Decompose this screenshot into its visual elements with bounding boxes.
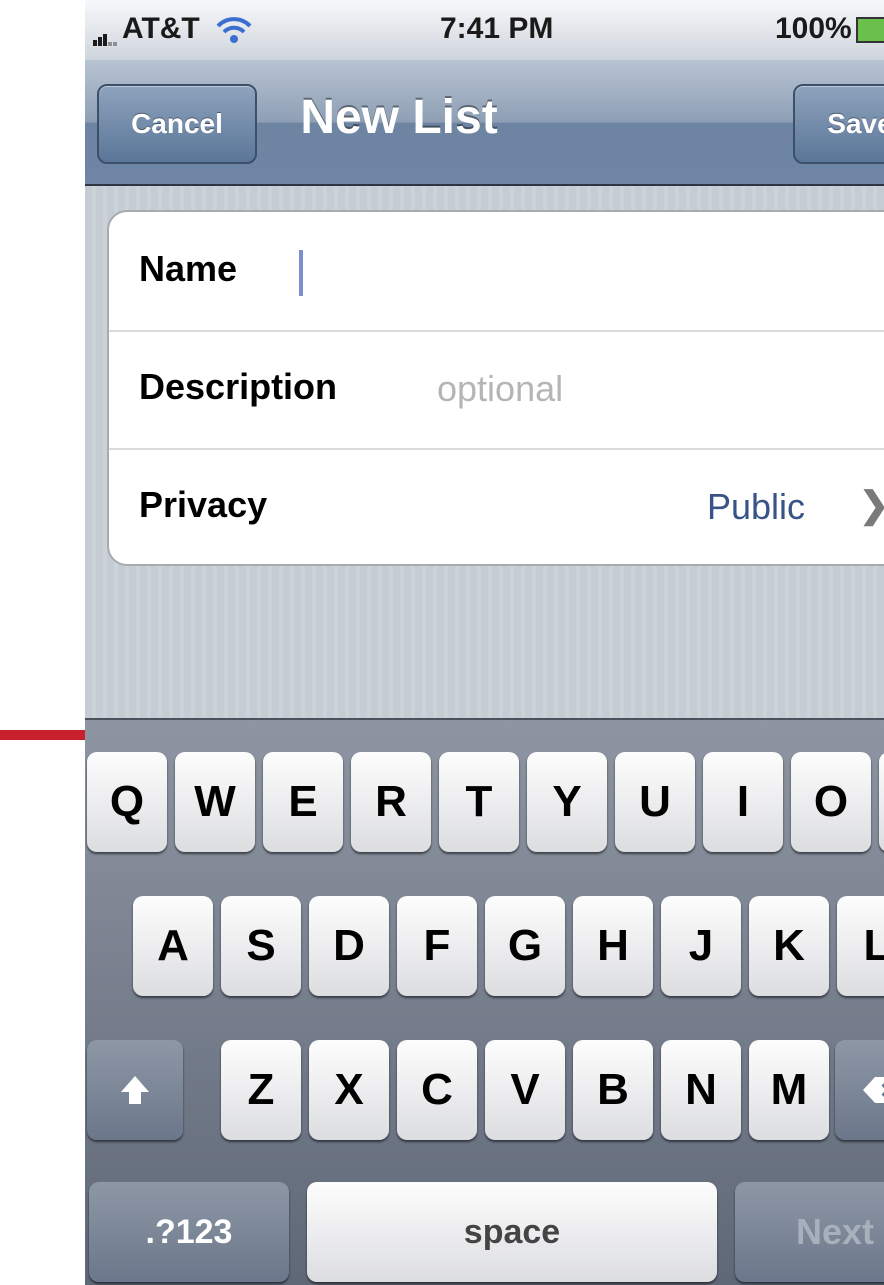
key-a[interactable]: A xyxy=(133,896,213,996)
privacy-row[interactable]: Privacy Public ❯ xyxy=(109,448,884,564)
key-f[interactable]: F xyxy=(397,896,477,996)
description-row[interactable]: Description optional xyxy=(109,330,884,450)
key-m[interactable]: M xyxy=(749,1040,829,1140)
key-g[interactable]: G xyxy=(485,896,565,996)
key-t[interactable]: T xyxy=(439,752,519,852)
wifi-icon xyxy=(216,17,252,44)
key-e[interactable]: E xyxy=(263,752,343,852)
carrier-name: AT&T xyxy=(122,12,200,45)
signal-icon xyxy=(93,12,118,46)
key-c[interactable]: C xyxy=(397,1040,477,1140)
privacy-label: Privacy xyxy=(139,484,268,525)
key-o[interactable]: O xyxy=(791,752,871,852)
key-i[interactable]: I xyxy=(703,752,783,852)
phone-screen: AT&T 7:41 PM 100% Cancel New List Save N… xyxy=(85,0,884,1285)
key-s[interactable]: S xyxy=(221,896,301,996)
backspace-key[interactable] xyxy=(835,1040,884,1140)
shift-arrow-icon xyxy=(121,1076,149,1104)
key-u[interactable]: U xyxy=(615,752,695,852)
key-w[interactable]: W xyxy=(175,752,255,852)
carrier-indicator: AT&T xyxy=(93,12,252,46)
key-r[interactable]: R xyxy=(351,752,431,852)
key-x[interactable]: X xyxy=(309,1040,389,1140)
chevron-right-icon: ❯ xyxy=(859,484,884,526)
form-area: Name Description optional Privacy Public… xyxy=(85,186,884,718)
key-h[interactable]: H xyxy=(573,896,653,996)
privacy-value: Public xyxy=(707,486,806,527)
name-label: Name xyxy=(139,248,238,289)
key-p[interactable]: P xyxy=(879,752,884,852)
battery-indicator: 100% xyxy=(775,12,884,46)
key-b[interactable]: B xyxy=(573,1040,653,1140)
name-row[interactable]: Name xyxy=(109,212,884,332)
description-label: Description xyxy=(139,366,338,407)
shift-key[interactable] xyxy=(87,1040,183,1140)
keyboard: Q W E R T Y U I O P A S D F G H J K L Z … xyxy=(85,718,884,1285)
key-l[interactable]: L xyxy=(837,896,884,996)
page-title: New List xyxy=(300,91,498,144)
form-group: Name Description optional Privacy Public… xyxy=(107,210,884,566)
battery-icon xyxy=(855,17,884,44)
status-bar: AT&T 7:41 PM 100% xyxy=(85,0,884,61)
battery-percent: 100% xyxy=(775,12,852,45)
save-button[interactable]: Save xyxy=(793,84,884,164)
key-n[interactable]: N xyxy=(661,1040,741,1140)
backspace-icon xyxy=(863,1077,884,1103)
space-key[interactable]: space xyxy=(307,1182,717,1282)
key-q[interactable]: Q xyxy=(87,752,167,852)
key-j[interactable]: J xyxy=(661,896,741,996)
key-z[interactable]: Z xyxy=(221,1040,301,1140)
description-field[interactable]: optional xyxy=(437,368,563,410)
key-d[interactable]: D xyxy=(309,896,389,996)
next-key[interactable]: Next xyxy=(735,1182,884,1282)
status-time: 7:41 PM xyxy=(440,12,554,45)
key-k[interactable]: K xyxy=(749,896,829,996)
numbers-key[interactable]: .?123 xyxy=(89,1182,289,1282)
key-v[interactable]: V xyxy=(485,1040,565,1140)
red-marker-bar xyxy=(0,730,85,740)
navigation-bar: Cancel New List Save xyxy=(85,60,884,186)
key-y[interactable]: Y xyxy=(527,752,607,852)
text-cursor xyxy=(299,250,303,296)
